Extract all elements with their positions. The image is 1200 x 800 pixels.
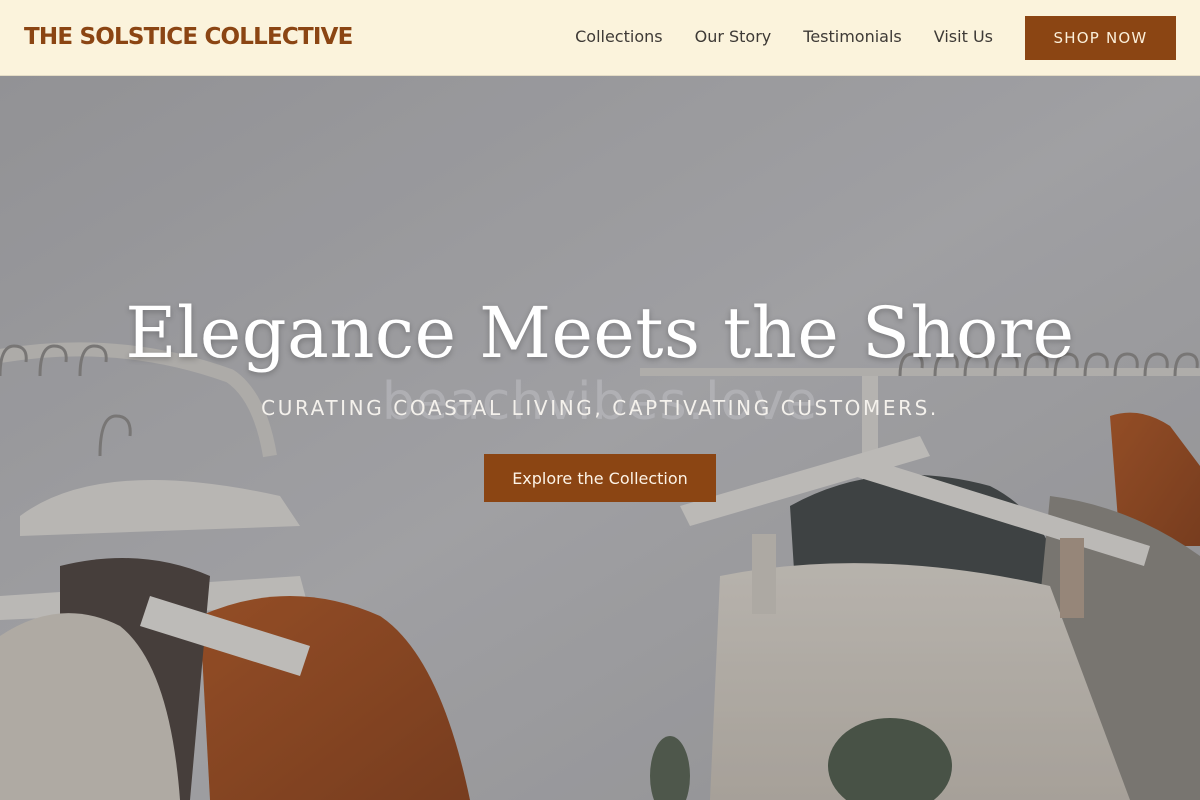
shop-now-button[interactable]: SHOP NOW [1025, 16, 1176, 60]
nav-link-testimonials[interactable]: Testimonials [803, 26, 902, 48]
nav-link-collections[interactable]: Collections [575, 26, 662, 48]
main-nav: Collections Our Story Testimonials Visit… [575, 26, 993, 48]
page: THE SOLSTICE COLLECTIVE Collections Our … [0, 0, 1200, 800]
hero-subtitle: CURATING COASTAL LIVING, CAPTIVATING CUS… [261, 396, 939, 420]
nav-link-visit-us[interactable]: Visit Us [934, 26, 993, 48]
brand-logo[interactable]: THE SOLSTICE COLLECTIVE [24, 22, 353, 52]
explore-collection-button[interactable]: Explore the Collection [484, 454, 716, 502]
site-header: THE SOLSTICE COLLECTIVE Collections Our … [0, 0, 1200, 76]
hero-overlay [0, 76, 1200, 800]
nav-link-our-story[interactable]: Our Story [695, 26, 772, 48]
hero-title: Elegance Meets the Shore [125, 292, 1075, 374]
hero-section: beachvibes.love Elegance Meets the Shore… [0, 76, 1200, 800]
